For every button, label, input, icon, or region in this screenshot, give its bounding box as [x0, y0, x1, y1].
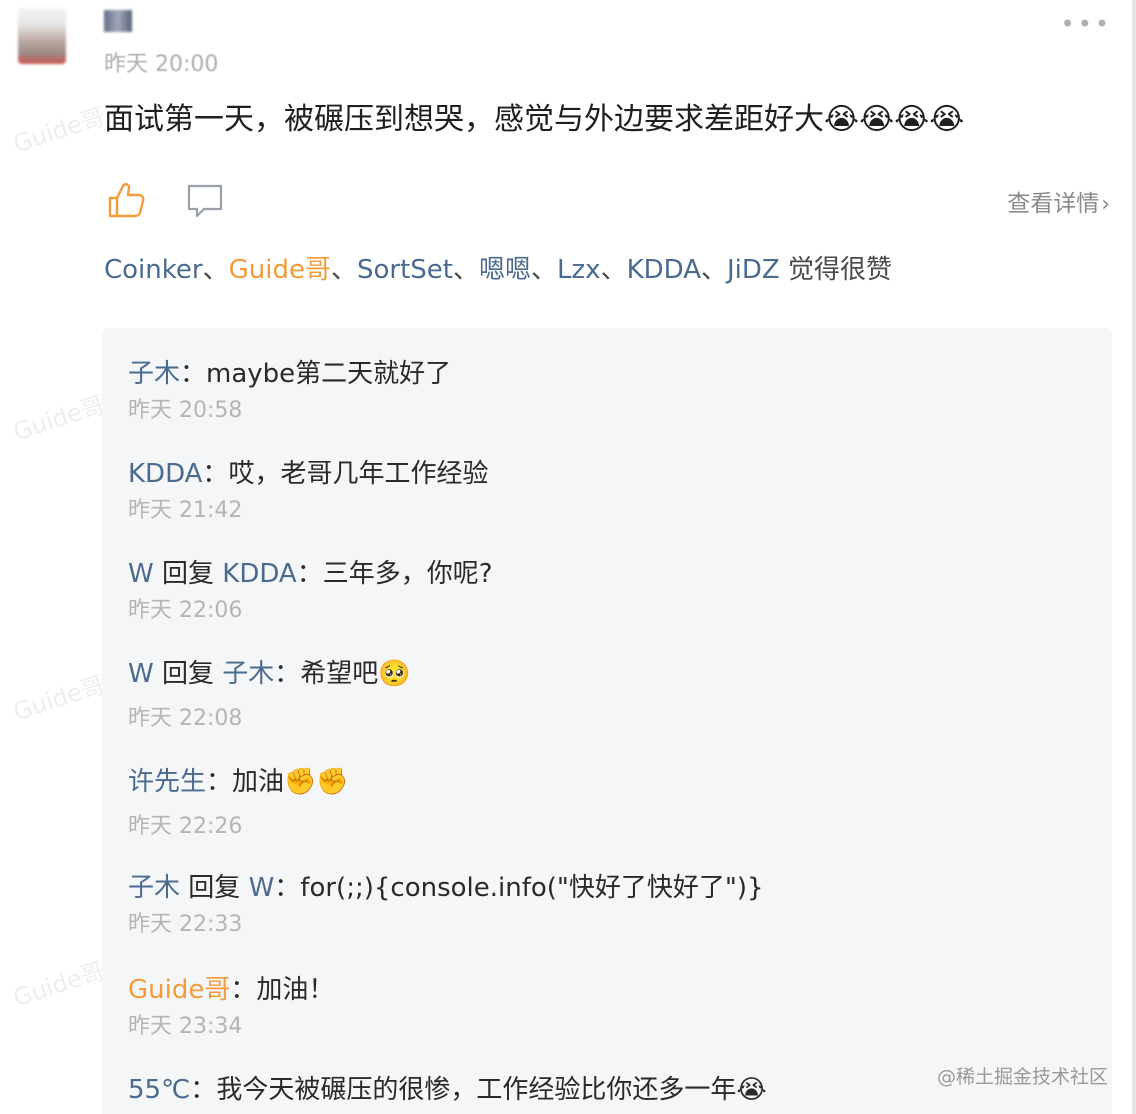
liker-separator: 、 [202, 255, 229, 285]
liker-separator: 、 [531, 255, 558, 285]
crying-emoji: 😭 [824, 102, 860, 137]
reply-target[interactable]: KDDA [222, 559, 296, 589]
comment-item[interactable]: 子木 回复 W：for(;;){console.info("快好了快好了")} … [128, 870, 764, 940]
liker-name[interactable]: Guide哥 [229, 255, 331, 285]
reply-word: 回复 [161, 659, 214, 689]
likers-list: Coinker、Guide哥、SortSet、嗯嗯、Lzx、KDDA、JiDZ … [104, 250, 892, 290]
liker-separator: 、 [330, 255, 357, 285]
likers-suffix: 觉得很赞 [788, 255, 893, 285]
post-body: 面试第一天，被碾压到想哭，感觉与外边要求差距好大 [104, 102, 824, 137]
view-details-link[interactable]: 查看详情› [1007, 184, 1110, 218]
comment-text: 三年多，你呢? [322, 559, 493, 589]
liker-name[interactable]: Coinker [104, 255, 203, 285]
liker-name[interactable]: JiDZ [727, 255, 780, 285]
comment-time: 昨天 23:34 [128, 1014, 243, 1039]
comment-time: 昨天 22:33 [128, 912, 243, 937]
comment-colon: ： [274, 659, 301, 689]
comment-line: Guide哥：加油！ [128, 972, 334, 1008]
comment-line: 55℃：我今天被碾压的很惨，工作经验比你还多一年😭 [128, 1072, 767, 1108]
post-text: 面试第一天，被碾压到想哭，感觉与外边要求差距好大😭😭😭😭 [104, 100, 964, 140]
background-watermark: Guide哥 [9, 670, 109, 727]
avatar[interactable] [18, 8, 66, 64]
chevron-right-icon: › [1101, 192, 1110, 217]
comment-line: 子木：maybe第二天就好了 [128, 356, 451, 392]
pleading-emoji: 🥺 [378, 659, 411, 689]
comment-text: 哎，老哥几年工作经验 [228, 459, 489, 489]
comment-time: 昨天 22:26 [128, 814, 243, 839]
comment-line: KDDA：哎，老哥几年工作经验 [128, 456, 488, 492]
comment-item[interactable]: W 回复 子木：希望吧🥺 昨天 22:08 [128, 656, 411, 734]
crying-emoji: 😭 [929, 102, 965, 137]
comment-author[interactable]: W [128, 559, 154, 589]
comment-line: 子木 回复 W：for(;;){console.info("快好了快好了")} [128, 870, 764, 906]
liker-name[interactable]: KDDA [627, 255, 701, 285]
comment-text: 希望吧 [300, 659, 379, 689]
comment-colon: ： [180, 359, 207, 389]
comment-icon[interactable] [186, 182, 224, 220]
comment-item[interactable]: 子木：maybe第二天就好了 昨天 20:58 [128, 356, 451, 426]
crying-emoji: 😭 [859, 102, 895, 137]
comment-time: 昨天 20:58 [128, 398, 243, 423]
liker-separator: 、 [452, 255, 479, 285]
more-options-icon[interactable]: ••• [1061, 12, 1112, 36]
reply-target[interactable]: W [249, 873, 275, 903]
comment-time: 昨天 22:06 [128, 598, 243, 623]
view-details-label: 查看详情 [1007, 191, 1100, 217]
comment-colon: ： [296, 559, 323, 589]
liker-name[interactable]: SortSet [357, 255, 453, 285]
comment-text: maybe第二天就好了 [206, 359, 452, 389]
comment-time: 昨天 22:08 [128, 706, 243, 731]
liker-separator: 、 [600, 255, 627, 285]
reply-word: 回复 [161, 559, 214, 589]
comment-author[interactable]: W [128, 659, 154, 689]
comment-line: W 回复 子木：希望吧🥺 [128, 656, 411, 692]
comment-author[interactable]: 55℃ [128, 1075, 190, 1105]
comment-time: 昨天 21:42 [128, 498, 243, 523]
comment-colon: ： [202, 459, 229, 489]
reply-target[interactable]: 子木 [222, 659, 274, 689]
comment-text: 加油 [232, 767, 285, 797]
comment-text: 我今天被碾压的很惨，工作经验比你还多一年 [216, 1075, 737, 1105]
background-watermark: Guide哥 [9, 956, 109, 1013]
comment-text: 加油！ [256, 975, 335, 1005]
liker-name[interactable]: Lzx [557, 255, 601, 285]
scrollbar-track [1132, 0, 1136, 1114]
juejin-watermark: @稀土掘金技术社区 [936, 1066, 1108, 1088]
comment-line: 许先生：加油✊✊ [128, 764, 349, 800]
comment-colon: ： [190, 1075, 217, 1105]
fist-emoji: ✊✊ [284, 767, 349, 797]
comment-item[interactable]: W 回复 KDDA：三年多，你呢? 昨天 22:06 [128, 556, 493, 626]
background-watermark: Guide哥 [9, 102, 109, 159]
reply-word: 回复 [188, 873, 241, 903]
crying-emoji: 😭 [894, 102, 930, 137]
comment-author[interactable]: 子木 [128, 873, 180, 903]
comment-author[interactable]: Guide哥 [128, 975, 230, 1005]
liker-name[interactable]: 嗯嗯 [479, 255, 531, 285]
comment-text: for(;;){console.info("快好了快好了")} [300, 873, 764, 903]
comment-author[interactable]: 许先生 [128, 767, 206, 797]
crying-emoji: 😭 [736, 1075, 767, 1105]
comment-line: W 回复 KDDA：三年多，你呢? [128, 556, 493, 592]
comment-item[interactable]: 55℃：我今天被碾压的很惨，工作经验比你还多一年😭 [128, 1072, 767, 1108]
liker-separator: 、 [701, 255, 728, 285]
comment-colon: ： [230, 975, 257, 1005]
comment-item[interactable]: Guide哥：加油！ 昨天 23:34 [128, 972, 334, 1042]
post-time: 昨天 20:00 [104, 52, 219, 77]
comment-author[interactable]: 子木 [128, 359, 180, 389]
comment-item[interactable]: 许先生：加油✊✊ 昨天 22:26 [128, 764, 349, 842]
comment-item[interactable]: KDDA：哎，老哥几年工作经验 昨天 21:42 [128, 456, 488, 526]
background-watermark: Guide哥 [9, 390, 109, 447]
moments-post-screen: Guide哥 Guide哥 Guide哥 Guide哥 昨天 20:00 •••… [0, 0, 1136, 1114]
username-blurred[interactable] [104, 10, 132, 32]
comment-colon: ： [206, 767, 233, 797]
comment-colon: ： [274, 873, 301, 903]
thumbs-up-icon[interactable] [106, 180, 146, 220]
comment-author[interactable]: KDDA [128, 459, 202, 489]
